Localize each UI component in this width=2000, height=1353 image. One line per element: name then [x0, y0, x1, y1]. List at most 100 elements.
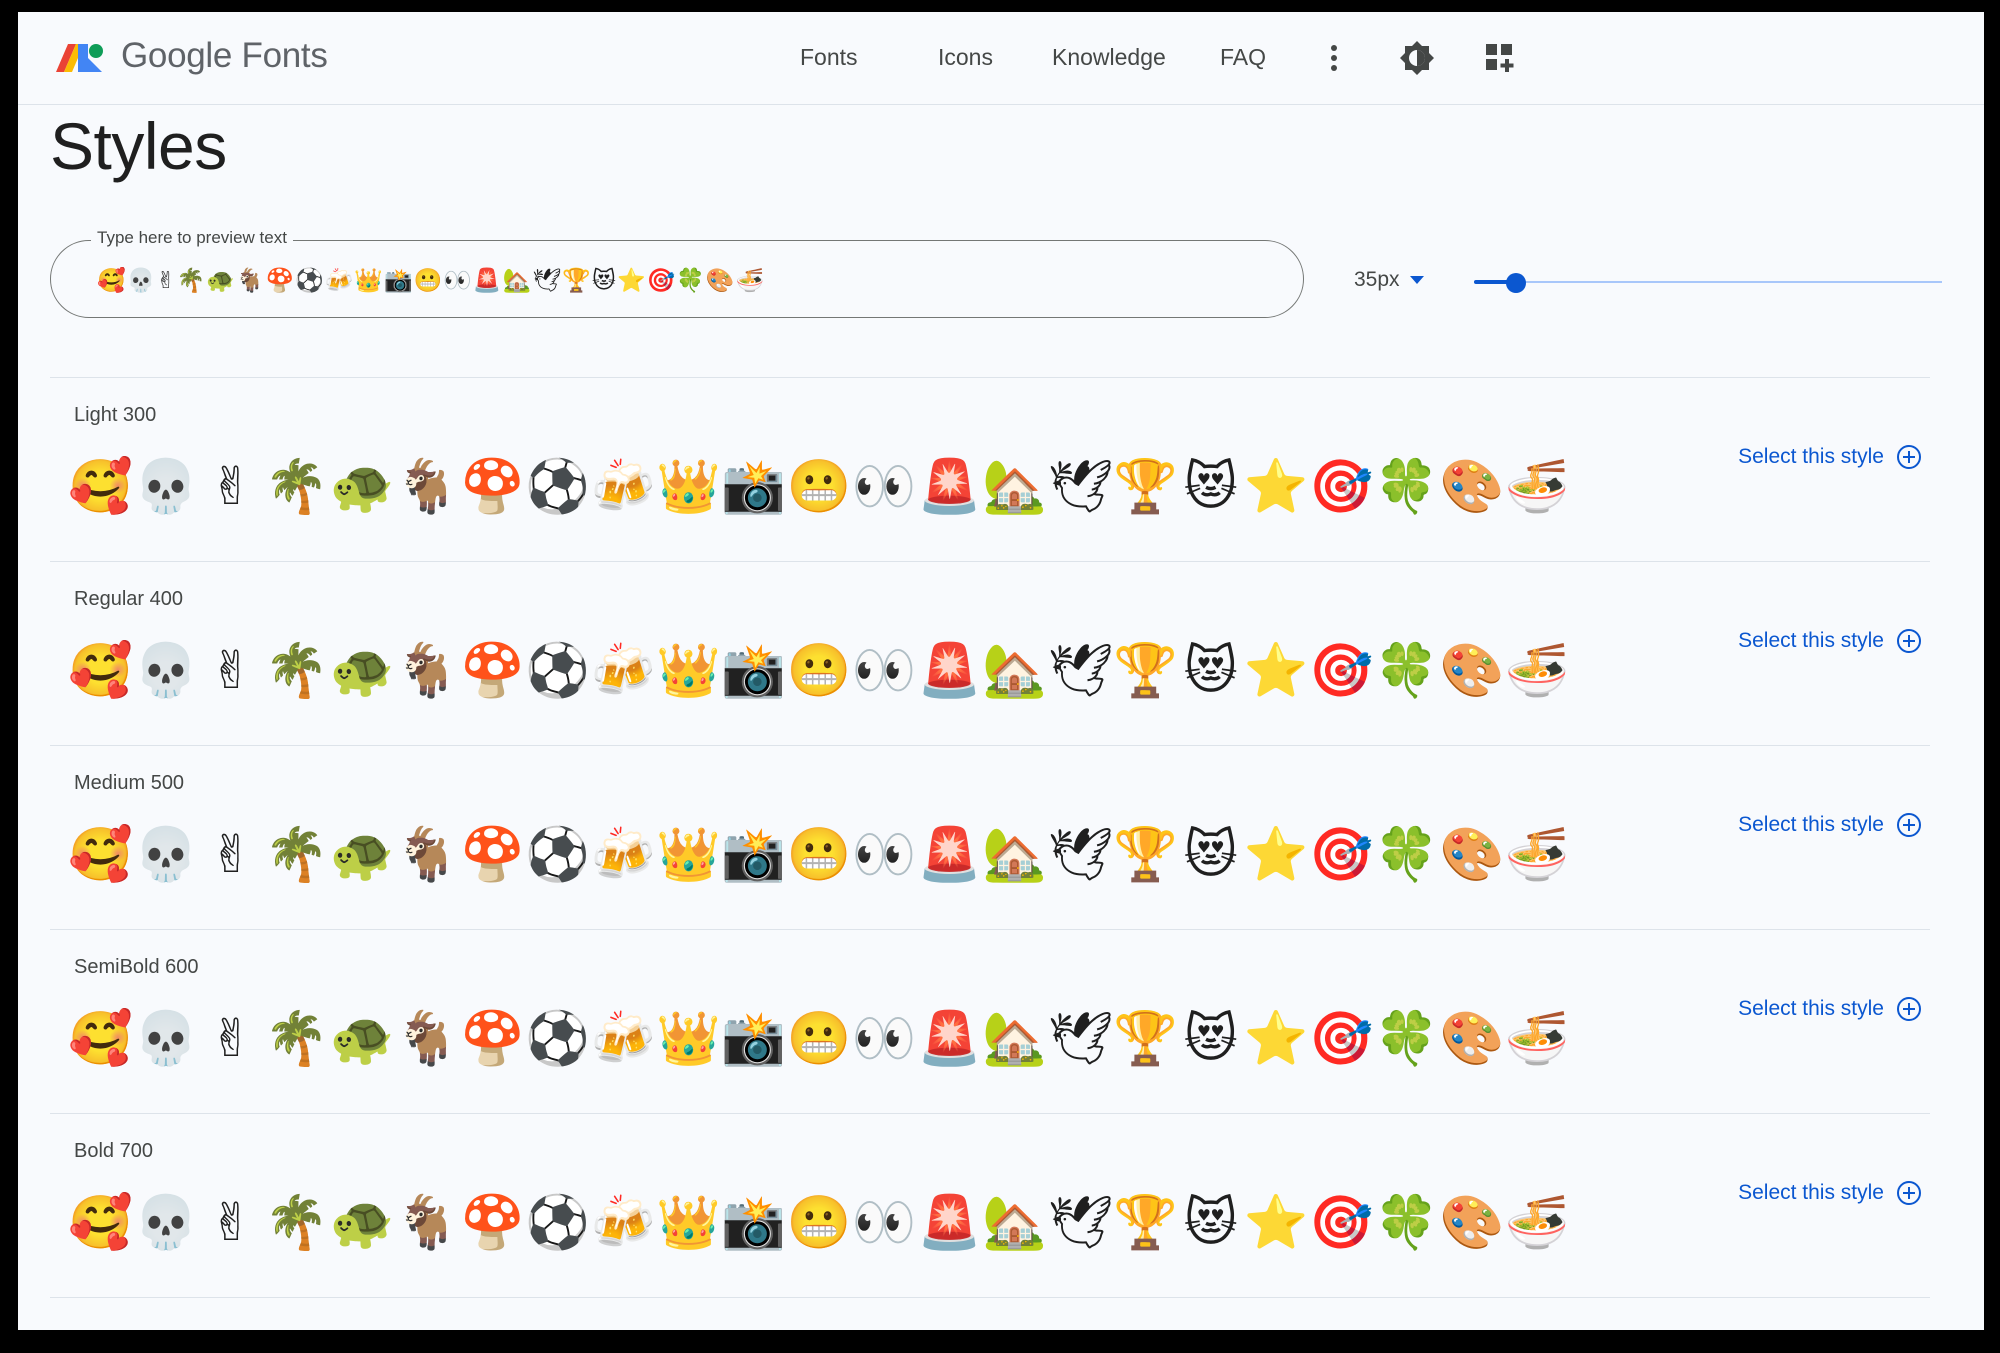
emoji-glyph: 🍄	[460, 641, 525, 701]
emoji-glyph: 🍀	[1374, 1009, 1439, 1069]
more-vert-icon[interactable]	[1314, 38, 1354, 78]
emoji-glyph: 🍀	[1374, 641, 1439, 701]
add-circle-icon	[1896, 1180, 1922, 1206]
style-row: Light 300 🥰💀 ✌ 🌴🐢🐐🍄⚽🍻👑📸😬👀🚨🏡🕊🏆 😻 ⭐🎯🍀🎨🍜 Select t…	[50, 377, 1930, 561]
emoji-glyph: 👑	[655, 1193, 721, 1253]
emoji-glyph: ⚽	[525, 457, 591, 517]
preview-text-field[interactable]: Type here to preview text	[50, 228, 1304, 318]
font-size-select[interactable]: 35px	[1354, 268, 1424, 292]
emoji-glyph: 🐐	[394, 457, 460, 517]
apps-grid-icon[interactable]	[1480, 38, 1520, 78]
emoji-glyph: 🌴	[264, 825, 329, 885]
emoji-glyph: 🍄	[460, 825, 525, 885]
select-style-button[interactable]: Select this style	[1738, 444, 1922, 470]
emoji-glyph: 👀	[851, 641, 917, 701]
preview-text-input[interactable]	[95, 259, 1259, 301]
emoji-glyph: 😻	[1183, 457, 1238, 517]
emoji-glyph: 🍻	[590, 641, 656, 701]
emoji-glyph: 😻	[1183, 1193, 1238, 1253]
emoji-glyph: 🏡	[982, 457, 1048, 517]
slider-track	[1474, 281, 1942, 283]
emoji-glyph: 🚨	[917, 1009, 982, 1069]
emoji-glyph: 🐢	[329, 825, 395, 885]
style-label: SemiBold 600	[74, 956, 199, 978]
emoji-glyph: 😬	[786, 825, 852, 885]
select-style-label: Select this style	[1738, 629, 1884, 652]
emoji-glyph: 🍻	[590, 1009, 656, 1069]
emoji-glyph: ⭐	[1243, 825, 1309, 885]
emoji-glyph: 🍜	[1504, 1193, 1570, 1253]
add-circle-icon	[1896, 996, 1922, 1022]
emoji-glyph: 🍄	[460, 1009, 525, 1069]
emoji-glyph: 🍜	[1504, 825, 1570, 885]
emoji-glyph: 🚨	[917, 457, 982, 517]
select-style-button[interactable]: Select this style	[1738, 628, 1922, 654]
emoji-glyph: ⭐	[1243, 1009, 1309, 1069]
glyph-preview-row: 🥰💀 ✌ 🌴🐢🐐🍄⚽🍻👑📸😬👀🚨🏡🕊🏆 😻 ⭐🎯🍀🎨🍜	[68, 1190, 1570, 1268]
theme-toggle-icon[interactable]	[1397, 38, 1437, 78]
emoji-glyph: ⭐	[1243, 1193, 1309, 1253]
emoji-glyph: 😻	[1183, 641, 1238, 701]
emoji-glyph: 🏡	[982, 825, 1048, 885]
brand-name[interactable]: Google Fonts	[121, 36, 328, 76]
emoji-glyph: 🕊	[1047, 1009, 1114, 1069]
emoji-glyph: ✌	[209, 825, 254, 885]
styles-list: Light 300 🥰💀 ✌ 🌴🐢🐐🍄⚽🍻👑📸😬👀🚨🏡🕊🏆 😻 ⭐🎯🍀🎨🍜 Select t…	[50, 377, 1930, 1298]
emoji-glyph: 📸	[721, 641, 786, 701]
nav-faq[interactable]: FAQ	[1220, 44, 1266, 71]
emoji-glyph: 🏆	[1113, 825, 1178, 885]
nav-fonts[interactable]: Fonts	[800, 44, 858, 71]
top-app-bar: Google Fonts Fonts Icons Knowledge FAQ	[18, 12, 1984, 105]
add-circle-icon	[1896, 444, 1922, 470]
emoji-glyph: 🍄	[460, 457, 525, 517]
emoji-glyph: 🍀	[1374, 1193, 1439, 1253]
select-style-button[interactable]: Select this style	[1738, 1180, 1922, 1206]
emoji-glyph: 😬	[786, 1193, 852, 1253]
emoji-glyph: 🥰	[68, 641, 134, 701]
emoji-glyph: 🐐	[394, 1009, 460, 1069]
emoji-glyph: ✌	[209, 1009, 254, 1069]
style-label: Regular 400	[74, 588, 183, 610]
emoji-glyph: 😻	[1183, 825, 1238, 885]
emoji-glyph: 💀	[133, 1193, 199, 1253]
nav-icons[interactable]: Icons	[938, 44, 993, 71]
glyph-preview-row: 🥰💀 ✌ 🌴🐢🐐🍄⚽🍻👑📸😬👀🚨🏡🕊🏆 😻 ⭐🎯🍀🎨🍜	[68, 822, 1570, 900]
glyph-preview-row: 🥰💀 ✌ 🌴🐢🐐🍄⚽🍻👑📸😬👀🚨🏡🕊🏆 😻 ⭐🎯🍀🎨🍜	[68, 454, 1570, 532]
font-size-slider[interactable]	[1474, 268, 1942, 298]
emoji-glyph: 🎨	[1439, 825, 1505, 885]
emoji-glyph: 🕊	[1047, 825, 1114, 885]
emoji-glyph: 🐢	[329, 1193, 395, 1253]
emoji-glyph: 💀	[133, 641, 199, 701]
emoji-glyph: ✌	[209, 457, 254, 517]
emoji-glyph: 🎯	[1308, 825, 1374, 885]
style-label: Bold 700	[74, 1140, 153, 1162]
nav-knowledge[interactable]: Knowledge	[1052, 44, 1166, 71]
glyph-preview-row: 🥰💀 ✌ 🌴🐢🐐🍄⚽🍻👑📸😬👀🚨🏡🕊🏆 😻 ⭐🎯🍀🎨🍜	[68, 638, 1570, 716]
emoji-glyph: 🕊	[1047, 641, 1114, 701]
emoji-glyph: 🏆	[1113, 1009, 1178, 1069]
emoji-glyph: 🏡	[982, 1009, 1048, 1069]
select-style-button[interactable]: Select this style	[1738, 812, 1922, 838]
emoji-glyph: 😬	[786, 1009, 852, 1069]
select-style-button[interactable]: Select this style	[1738, 996, 1922, 1022]
emoji-glyph: 🎯	[1308, 457, 1374, 517]
style-row: Medium 500 🥰💀 ✌ 🌴🐢🐐🍄⚽🍻👑📸😬👀🚨🏡🕊🏆 😻 ⭐🎯🍀🎨🍜 Select …	[50, 745, 1930, 929]
emoji-glyph: 😬	[786, 457, 852, 517]
add-circle-icon	[1896, 812, 1922, 838]
emoji-glyph: 🏆	[1113, 457, 1178, 517]
emoji-glyph: 🍀	[1374, 825, 1439, 885]
emoji-glyph: 🎨	[1439, 641, 1505, 701]
emoji-glyph: 🎨	[1439, 1193, 1505, 1253]
emoji-glyph: 🐢	[329, 641, 395, 701]
glyph-preview-row: 🥰💀 ✌ 🌴🐢🐐🍄⚽🍻👑📸😬👀🚨🏡🕊🏆 😻 ⭐🎯🍀🎨🍜	[68, 1006, 1570, 1084]
emoji-glyph: 🍜	[1504, 1009, 1570, 1069]
slider-thumb[interactable]	[1506, 273, 1527, 293]
emoji-glyph: 🌴	[264, 641, 329, 701]
style-label: Medium 500	[74, 772, 185, 794]
emoji-glyph: 🕊	[1047, 457, 1114, 517]
emoji-glyph: 🎯	[1308, 641, 1374, 701]
emoji-glyph: 📸	[721, 457, 786, 517]
google-fonts-logo[interactable]	[56, 38, 104, 78]
style-row: Regular 400 🥰💀 ✌ 🌴🐢🐐🍄⚽🍻👑📸😬👀🚨🏡🕊🏆 😻 ⭐🎯🍀🎨🍜 Select…	[50, 561, 1930, 745]
emoji-glyph: 🌴	[264, 457, 329, 517]
